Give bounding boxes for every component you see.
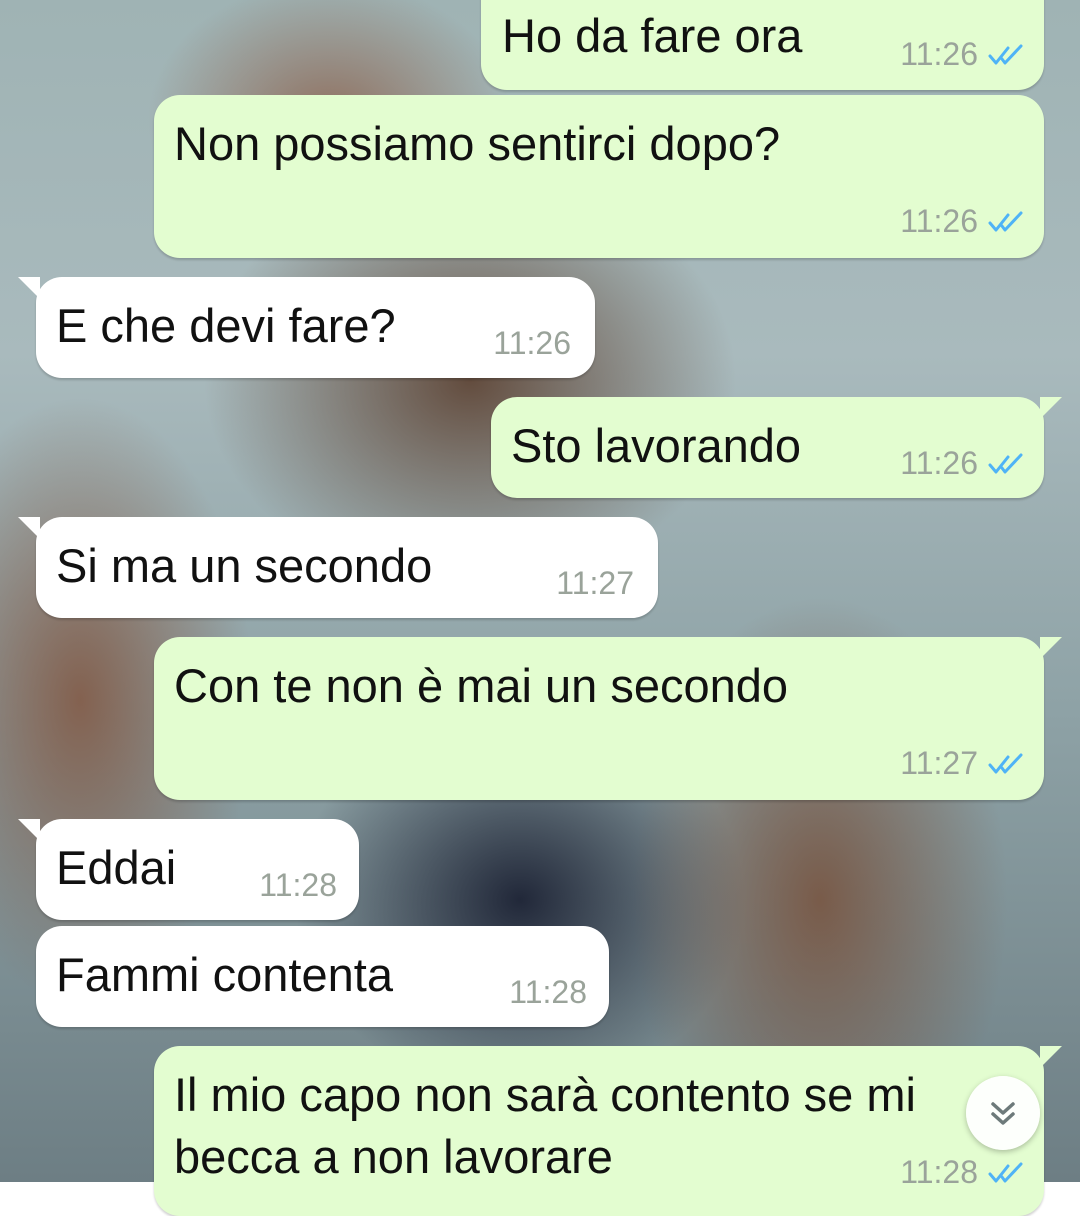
incoming-message[interactable]: E che devi fare? 11:26 [18,277,595,378]
message-meta: 11:28 [259,867,337,904]
message-meta: 11:26 [493,325,571,362]
double-check-icon [988,211,1023,231]
message-time: 11:28 [259,867,337,903]
message-time: 11:27 [556,565,634,601]
message-time: 11:28 [900,1154,978,1190]
message-text: Non possiamo sentirci dopo? [174,117,781,170]
double-check-icon [988,753,1023,773]
message-text: Sto lavorando [511,419,802,472]
incoming-message[interactable]: Eddai 11:28 [18,819,359,920]
message-list[interactable]: Ho da fare ora 11:26 Non possiamo sentir… [0,0,1080,1216]
message-meta: 11:28 [900,1154,1024,1191]
message-text: Eddai [56,841,177,894]
message-time: 11:26 [900,203,978,239]
message-meta: 11:28 [509,974,587,1011]
message-text: E che devi fare? [56,299,396,352]
message-text: Con te non è mai un secondo [174,659,789,712]
message-meta: 11:27 [900,745,1024,782]
outgoing-message[interactable]: Sto lavorando 11:26 [491,397,1062,498]
message-time: 11:28 [509,974,587,1010]
message-text: Si ma un secondo [56,539,433,592]
message-time: 11:26 [900,445,978,481]
message-text-line-1: Il mio capo non sarà contento se mi [174,1068,916,1121]
chevron-double-down-icon [991,1102,1015,1125]
message-time: 11:26 [900,36,978,72]
message-text-line-2: becca a non lavorare [174,1130,613,1183]
double-check-icon [988,453,1023,473]
double-check-icon [988,1162,1023,1182]
scroll-to-bottom-button[interactable] [966,1076,1040,1150]
message-meta: 11:26 [900,203,1024,240]
outgoing-message[interactable]: Con te non è mai un secondo 11:27 [154,637,1062,800]
message-time: 11:26 [493,325,571,361]
outgoing-message[interactable]: Ho da fare ora 11:26 [481,0,1044,90]
message-meta: 11:26 [900,445,1024,482]
message-meta: 11:26 [900,36,1024,73]
outgoing-message[interactable]: Non possiamo sentirci dopo? 11:26 [154,95,1044,258]
message-text: Ho da fare ora [502,9,803,62]
incoming-message[interactable]: Fammi contenta 11:28 [36,926,609,1027]
message-meta: 11:27 [556,565,634,602]
outgoing-message[interactable]: Il mio capo non sarà contento se mi becc… [154,1046,1062,1216]
message-text: Fammi contenta [56,948,393,1001]
message-time: 11:27 [900,745,978,781]
incoming-message[interactable]: Si ma un secondo 11:27 [18,517,658,618]
double-check-icon [988,44,1023,64]
